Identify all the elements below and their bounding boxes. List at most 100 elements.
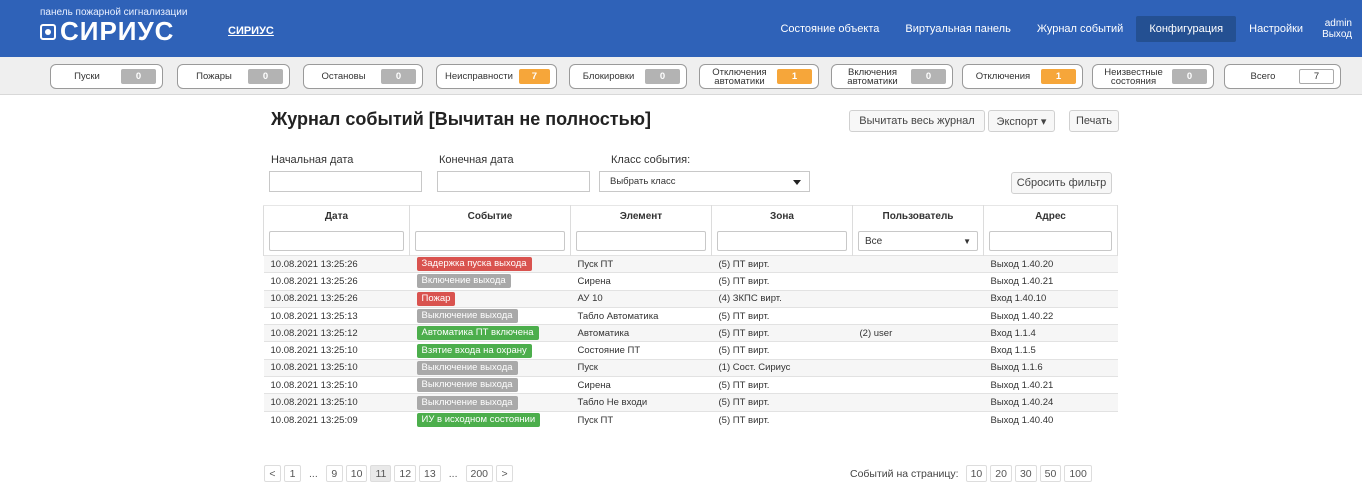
events-table: Дата Событие Элемент Зона Пользователь А… <box>263 205 1118 429</box>
table-row[interactable]: 10.08.2021 13:25:26 Включение выхода Сирен… <box>263 272 1118 291</box>
address-filter-input[interactable] <box>989 231 1112 252</box>
counter-label: Включения автоматики <box>847 66 898 87</box>
counter-value: 7 <box>518 69 550 84</box>
counter-fires[interactable]: Пожары 0 <box>177 64 290 89</box>
user-filter-value: Все <box>865 235 883 247</box>
zone-filter-input[interactable] <box>717 231 847 252</box>
counter-label: Отключения автоматики <box>712 66 767 87</box>
page-button[interactable]: 9 <box>325 465 343 482</box>
cell-user <box>852 289 984 308</box>
table-row[interactable]: 10.08.2021 13:25:13 Выключение выхода Табл… <box>263 306 1118 325</box>
column-header-zone[interactable]: Зона <box>711 205 853 228</box>
end-date-input[interactable] <box>437 171 590 192</box>
page-button[interactable]: 10 <box>345 465 368 482</box>
per-page-option[interactable]: 50 <box>1039 465 1062 482</box>
cell-zone: (5) ПТ вирт. <box>711 306 853 325</box>
cell-zone: (5) ПТ вирт. <box>711 393 853 412</box>
counters-bar: Пуски 0 Пожары 0 Остановы 0 Неисправност… <box>0 57 1362 95</box>
print-button[interactable]: Печать <box>1069 110 1119 132</box>
table-row[interactable]: 10.08.2021 13:25:26 Задержка пуска выхода… <box>263 254 1118 273</box>
element-filter-input[interactable] <box>576 231 706 252</box>
cell-user: (2) user <box>852 324 984 342</box>
date-filter-input[interactable] <box>269 231 404 252</box>
nav-configuration[interactable]: Конфигурация <box>1136 15 1237 42</box>
per-page-option[interactable]: 100 <box>1064 465 1092 482</box>
per-page-option[interactable]: 30 <box>1014 465 1037 482</box>
cell-zone: (1) Сост. Сириус <box>711 358 853 377</box>
reset-filter-button[interactable]: Сбросить фильтр <box>1011 172 1112 194</box>
table-row[interactable]: 10.08.2021 13:25:10 Выключение выхода Табл… <box>263 393 1118 412</box>
start-date-label: Начальная дата <box>271 154 354 166</box>
logout-link[interactable]: Выход <box>1322 29 1352 40</box>
cell-date: 10.08.2021 13:25:26 <box>263 289 410 308</box>
event-filter-input[interactable] <box>415 231 565 252</box>
counter-disabled[interactable]: Отключения 1 <box>962 64 1083 89</box>
page-button[interactable]: 11 <box>370 465 392 482</box>
brand-name: СИРИУС <box>60 16 175 46</box>
counter-total[interactable]: Всего 7 <box>1224 64 1341 89</box>
per-page-option[interactable]: 10 <box>965 465 988 482</box>
cell-event: Взятие входа на охрану <box>409 341 571 360</box>
page-button[interactable]: 200 <box>465 465 494 482</box>
read-all-journal-button[interactable]: Вычитать весь журнал <box>849 110 985 132</box>
page-button[interactable]: 1 <box>284 465 301 482</box>
user-menu[interactable]: admin Выход <box>1316 18 1362 40</box>
counter-stops[interactable]: Остановы 0 <box>303 64 423 89</box>
counter-blocks[interactable]: Блокировки 0 <box>569 64 687 89</box>
column-header-date[interactable]: Дата <box>263 205 410 228</box>
counter-label: Блокировки <box>582 71 635 82</box>
cell-event: Выключение выхода <box>409 306 571 325</box>
table-row[interactable]: 10.08.2021 13:25:10 Выключение выхода Пуск… <box>263 358 1118 377</box>
next-page-button[interactable]: > <box>496 465 514 482</box>
counter-launches[interactable]: Пуски 0 <box>50 64 163 89</box>
counter-automation-off[interactable]: Отключения автоматики 1 <box>699 64 819 89</box>
export-dropdown-button[interactable]: Экспорт ▾ <box>988 110 1055 132</box>
brand-logo[interactable]: панель пожарной сигнализации СИРИУС <box>40 7 187 45</box>
page-button[interactable]: 13 <box>419 465 441 482</box>
sirius-logo-icon <box>40 23 56 40</box>
table-row[interactable]: 10.08.2021 13:25:10 Выключение выхода Сире… <box>263 376 1118 394</box>
filter-cell <box>711 227 853 256</box>
per-page-selector: Событий на страницу: 10 20 30 50 100 <box>850 465 1092 482</box>
prev-page-button[interactable]: < <box>264 465 281 482</box>
table-row[interactable]: 10.08.2021 13:25:12 Автоматика ПТ включен… <box>263 324 1118 342</box>
event-class-select[interactable]: Выбрать класс <box>599 171 810 192</box>
column-header-element[interactable]: Элемент <box>570 205 712 228</box>
user-name: admin <box>1324 17 1352 29</box>
cell-date: 10.08.2021 13:25:13 <box>263 306 410 325</box>
event-badge: Пожар <box>416 291 456 306</box>
app-name-link[interactable]: СИРИУС <box>228 25 274 37</box>
nav-object-state[interactable]: Состояние объекта <box>767 16 892 42</box>
nav-virtual-panel[interactable]: Виртуальная панель <box>892 16 1023 42</box>
cell-event: Включение выхода <box>409 272 571 291</box>
counter-label: Пожары <box>196 71 232 82</box>
counter-faults[interactable]: Неисправности 7 <box>436 64 557 89</box>
page-ellipsis: ... <box>304 465 323 482</box>
column-header-event[interactable]: Событие <box>409 205 571 228</box>
counter-unknown[interactable]: Неизвестные состояния 0 <box>1092 64 1214 89</box>
nav-event-journal[interactable]: Журнал событий <box>1024 16 1136 42</box>
table-row[interactable]: 10.08.2021 13:25:09 ИУ в исходном состоян… <box>263 410 1118 429</box>
page-button[interactable]: 12 <box>394 465 417 482</box>
cell-element: Пуск ПТ <box>570 410 712 429</box>
table-row[interactable]: 10.08.2021 13:25:10 Взятие входа на охран… <box>263 341 1118 360</box>
column-header-address[interactable]: Адрес <box>983 205 1118 228</box>
per-page-option[interactable]: 20 <box>990 465 1012 482</box>
cell-element: АУ 10 <box>570 289 712 308</box>
start-date-input[interactable] <box>269 171 422 192</box>
user-filter-select[interactable]: Все ▼ <box>858 231 978 252</box>
end-date-label: Конечная дата <box>439 154 514 166</box>
table-row[interactable]: 10.08.2021 13:25:26 Пожар АУ 10 (4) ЗКПС ви… <box>263 289 1118 308</box>
cell-event: ИУ в исходном состоянии <box>409 410 571 429</box>
counter-value: 0 <box>911 69 946 84</box>
top-nav: Состояние объекта Виртуальная панель Жур… <box>767 0 1362 57</box>
column-header-user[interactable]: Пользователь <box>852 205 984 228</box>
nav-settings[interactable]: Настройки <box>1236 16 1316 42</box>
caret-down-icon <box>793 180 801 185</box>
event-badge: Выключение выхода <box>416 360 518 375</box>
filter-cell <box>409 227 571 256</box>
cell-address: Выход 1.40.21 <box>983 376 1118 394</box>
counter-automation-on[interactable]: Включения автоматики 0 <box>831 64 953 89</box>
cell-event: Выключение выхода <box>409 393 571 412</box>
counter-value: 1 <box>1041 69 1076 84</box>
